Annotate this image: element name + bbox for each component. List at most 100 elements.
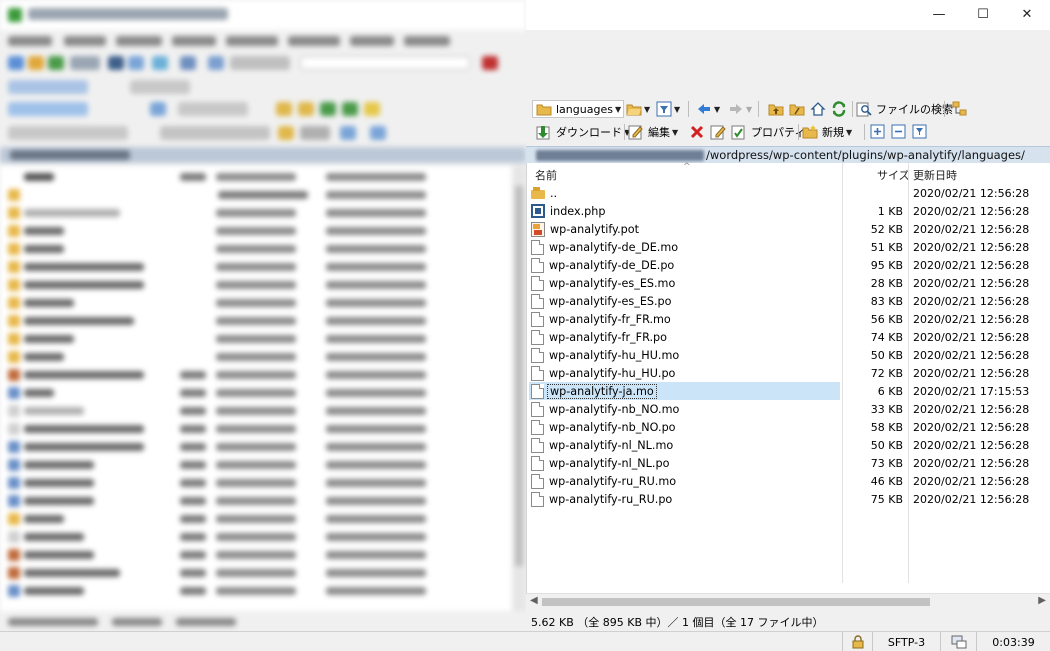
tree-icon bbox=[952, 101, 968, 117]
file-name-cell: wp-analytify-de_DE.mo bbox=[531, 238, 680, 256]
forward-button[interactable]: ▼ bbox=[728, 100, 752, 118]
file-modified: 2020/02/21 12:56:28 bbox=[913, 205, 1030, 218]
file-row[interactable]: wp-analytify-nl_NL.mo 50 KB 2020/02/21 12:… bbox=[527, 436, 1050, 454]
file-row[interactable]: wp-analytify-nb_NO.mo 33 KB 2020/02/21 12:… bbox=[527, 400, 1050, 418]
file-row[interactable]: wp-analytify-de_DE.po 95 KB 2020/02/21 12:… bbox=[527, 256, 1050, 274]
file-name-cell: wp-analytify-nl_NL.po bbox=[531, 454, 671, 472]
arrow-left-icon bbox=[696, 101, 712, 117]
file-icon bbox=[531, 239, 544, 255]
file-row[interactable]: wp-analytify-fr_FR.po 74 KB 2020/02/21 12:… bbox=[527, 328, 1050, 346]
file-modified: 2020/02/21 12:56:28 bbox=[913, 475, 1030, 488]
find-files-button[interactable]: ファイルの検索 bbox=[856, 100, 953, 118]
scroll-left-icon[interactable]: ◀ bbox=[530, 595, 538, 606]
tree-view-button[interactable] bbox=[952, 100, 968, 118]
file-row[interactable]: wp-analytify-ru_RU.po 75 KB 2020/02/21 12:… bbox=[527, 490, 1050, 508]
file-name-cell: wp-analytify-de_DE.po bbox=[531, 256, 676, 274]
refresh-button[interactable] bbox=[831, 100, 847, 118]
new-button[interactable]: 新規 ▼ bbox=[802, 123, 852, 141]
file-row[interactable]: wp-analytify-nb_NO.po 58 KB 2020/02/21 12:… bbox=[527, 418, 1050, 436]
file-name: wp-analytify-ja.mo bbox=[547, 383, 657, 399]
file-row[interactable]: wp-analytify-es_ES.mo 28 KB 2020/02/21 12:… bbox=[527, 274, 1050, 292]
file-icon bbox=[531, 365, 544, 381]
search-icon bbox=[856, 101, 872, 117]
file-name-cell: wp-analytify-nl_NL.mo bbox=[531, 436, 675, 454]
maximize-button[interactable]: ☐ bbox=[960, 0, 1006, 30]
file-name-cell: wp-analytify-es_ES.po bbox=[531, 292, 674, 310]
file-row[interactable]: wp-analytify-nl_NL.po 73 KB 2020/02/21 12:… bbox=[527, 454, 1050, 472]
file-row[interactable]: wp-analytify-es_ES.po 83 KB 2020/02/21 12:… bbox=[527, 292, 1050, 310]
edit-label: 編集 bbox=[648, 126, 670, 139]
file-size: 50 KB bbox=[870, 439, 903, 452]
file-name-cell: wp-analytify.pot bbox=[531, 220, 641, 238]
file-row[interactable]: wp-analytify-hu_HU.mo 50 KB 2020/02/21 12:… bbox=[527, 346, 1050, 364]
filter-button[interactable]: ▼ bbox=[656, 100, 680, 118]
file-modified: 2020/02/21 12:56:28 bbox=[913, 277, 1030, 290]
file-modified: 2020/02/21 12:56:28 bbox=[913, 349, 1030, 362]
find-files-label: ファイルの検索 bbox=[876, 103, 953, 116]
edit-button[interactable]: 編集 ▼ bbox=[628, 123, 678, 141]
file-icon bbox=[531, 311, 544, 327]
folder-select-label: languages bbox=[556, 102, 613, 116]
remote-file-list[interactable]: 名前 ^ サイズ 更新日時 .. 2020/02/21 12:56:28 index… bbox=[526, 162, 1050, 609]
file-size: 1 KB bbox=[877, 205, 903, 218]
column-header-name[interactable]: 名前 bbox=[535, 167, 557, 183]
file-modified: 2020/02/21 12:56:28 bbox=[913, 403, 1030, 416]
download-button[interactable]: ダウンロード ▼ bbox=[536, 123, 630, 141]
file-row[interactable]: .. 2020/02/21 12:56:28 bbox=[527, 184, 1050, 202]
remote-action-toolbar: ダウンロード ▼ 編集 ▼ プロパティ 新規 ▼ bbox=[526, 121, 1050, 143]
file-row[interactable]: wp-analytify-fr_FR.mo 56 KB 2020/02/21 12:… bbox=[527, 310, 1050, 328]
file-size: 73 KB bbox=[870, 457, 903, 470]
winscp-window: — ☐ ✕ languages ▼ ▼ ▼ ▼ ▼ ファイルの検索 ダウンロード… bbox=[0, 0, 1050, 651]
file-name: wp-analytify-nb_NO.po bbox=[549, 420, 676, 434]
file-name-cell: wp-analytify-es_ES.mo bbox=[531, 274, 677, 292]
remote-path-bar[interactable]: /wordpress/wp-content/plugins/wp-analyti… bbox=[526, 146, 1050, 163]
minimize-button[interactable]: — bbox=[916, 0, 962, 30]
file-icon bbox=[531, 437, 544, 453]
folder-select[interactable]: languages ▼ bbox=[532, 100, 624, 118]
file-icon bbox=[531, 329, 544, 345]
file-name-cell: wp-analytify-fr_FR.po bbox=[531, 328, 669, 346]
file-size: 95 KB bbox=[870, 259, 903, 272]
select-all-button[interactable] bbox=[870, 123, 886, 141]
file-row[interactable]: wp-analytify-ja.mo 6 KB 2020/02/21 17:15:5… bbox=[527, 382, 1050, 400]
root-directory-button[interactable] bbox=[789, 100, 805, 118]
new-folder-icon bbox=[802, 124, 818, 140]
file-size: 28 KB bbox=[870, 277, 903, 290]
arrow-right-icon bbox=[728, 101, 744, 117]
file-icon bbox=[531, 419, 544, 435]
properties-button[interactable]: プロパティ bbox=[731, 123, 805, 141]
file-row[interactable]: wp-analytify.pot 52 KB 2020/02/21 12:56:28 bbox=[527, 220, 1050, 238]
file-modified: 2020/02/21 12:56:28 bbox=[913, 493, 1030, 506]
download-label: ダウンロード bbox=[556, 126, 622, 139]
file-modified: 2020/02/21 17:15:53 bbox=[913, 385, 1030, 398]
file-modified: 2020/02/21 12:56:28 bbox=[913, 421, 1030, 434]
file-row[interactable]: wp-analytify-hu_HU.po 72 KB 2020/02/21 12:… bbox=[527, 364, 1050, 382]
parent-directory-button[interactable] bbox=[768, 100, 784, 118]
filter-select-button[interactable] bbox=[912, 123, 928, 141]
scrollbar-thumb[interactable] bbox=[542, 598, 930, 606]
horizontal-scrollbar[interactable]: ◀ ▶ bbox=[526, 593, 1050, 609]
open-directory-button[interactable]: ▼ bbox=[626, 100, 650, 118]
unselect-all-button[interactable] bbox=[891, 123, 907, 141]
file-name-cell: wp-analytify-ru_RU.po bbox=[531, 490, 674, 508]
home-directory-button[interactable] bbox=[810, 100, 826, 118]
file-name: wp-analytify-fr_FR.po bbox=[549, 330, 667, 344]
session-elapsed-time: 0:03:39 bbox=[976, 632, 1050, 651]
rename-button[interactable] bbox=[710, 123, 726, 141]
file-row[interactable]: wp-analytify-ru_RU.mo 46 KB 2020/02/21 12:… bbox=[527, 472, 1050, 490]
file-modified: 2020/02/21 12:56:28 bbox=[913, 313, 1030, 326]
delete-button[interactable] bbox=[689, 123, 705, 141]
back-button[interactable]: ▼ bbox=[696, 100, 720, 118]
file-row[interactable]: wp-analytify-de_DE.mo 51 KB 2020/02/21 12:… bbox=[527, 238, 1050, 256]
column-header-size[interactable]: サイズ bbox=[877, 167, 910, 183]
file-size: 83 KB bbox=[870, 295, 903, 308]
file-name: wp-analytify-nl_NL.mo bbox=[549, 438, 674, 452]
file-row[interactable]: index.php 1 KB 2020/02/21 12:56:28 bbox=[527, 202, 1050, 220]
file-modified: 2020/02/21 12:56:28 bbox=[913, 367, 1030, 380]
home-icon bbox=[810, 101, 826, 117]
column-header-modified[interactable]: 更新日時 bbox=[913, 167, 957, 183]
file-name: wp-analytify-de_DE.po bbox=[549, 258, 675, 272]
file-name-cell: index.php bbox=[531, 202, 607, 220]
scroll-right-icon[interactable]: ▶ bbox=[1038, 595, 1046, 606]
close-button[interactable]: ✕ bbox=[1004, 0, 1050, 30]
